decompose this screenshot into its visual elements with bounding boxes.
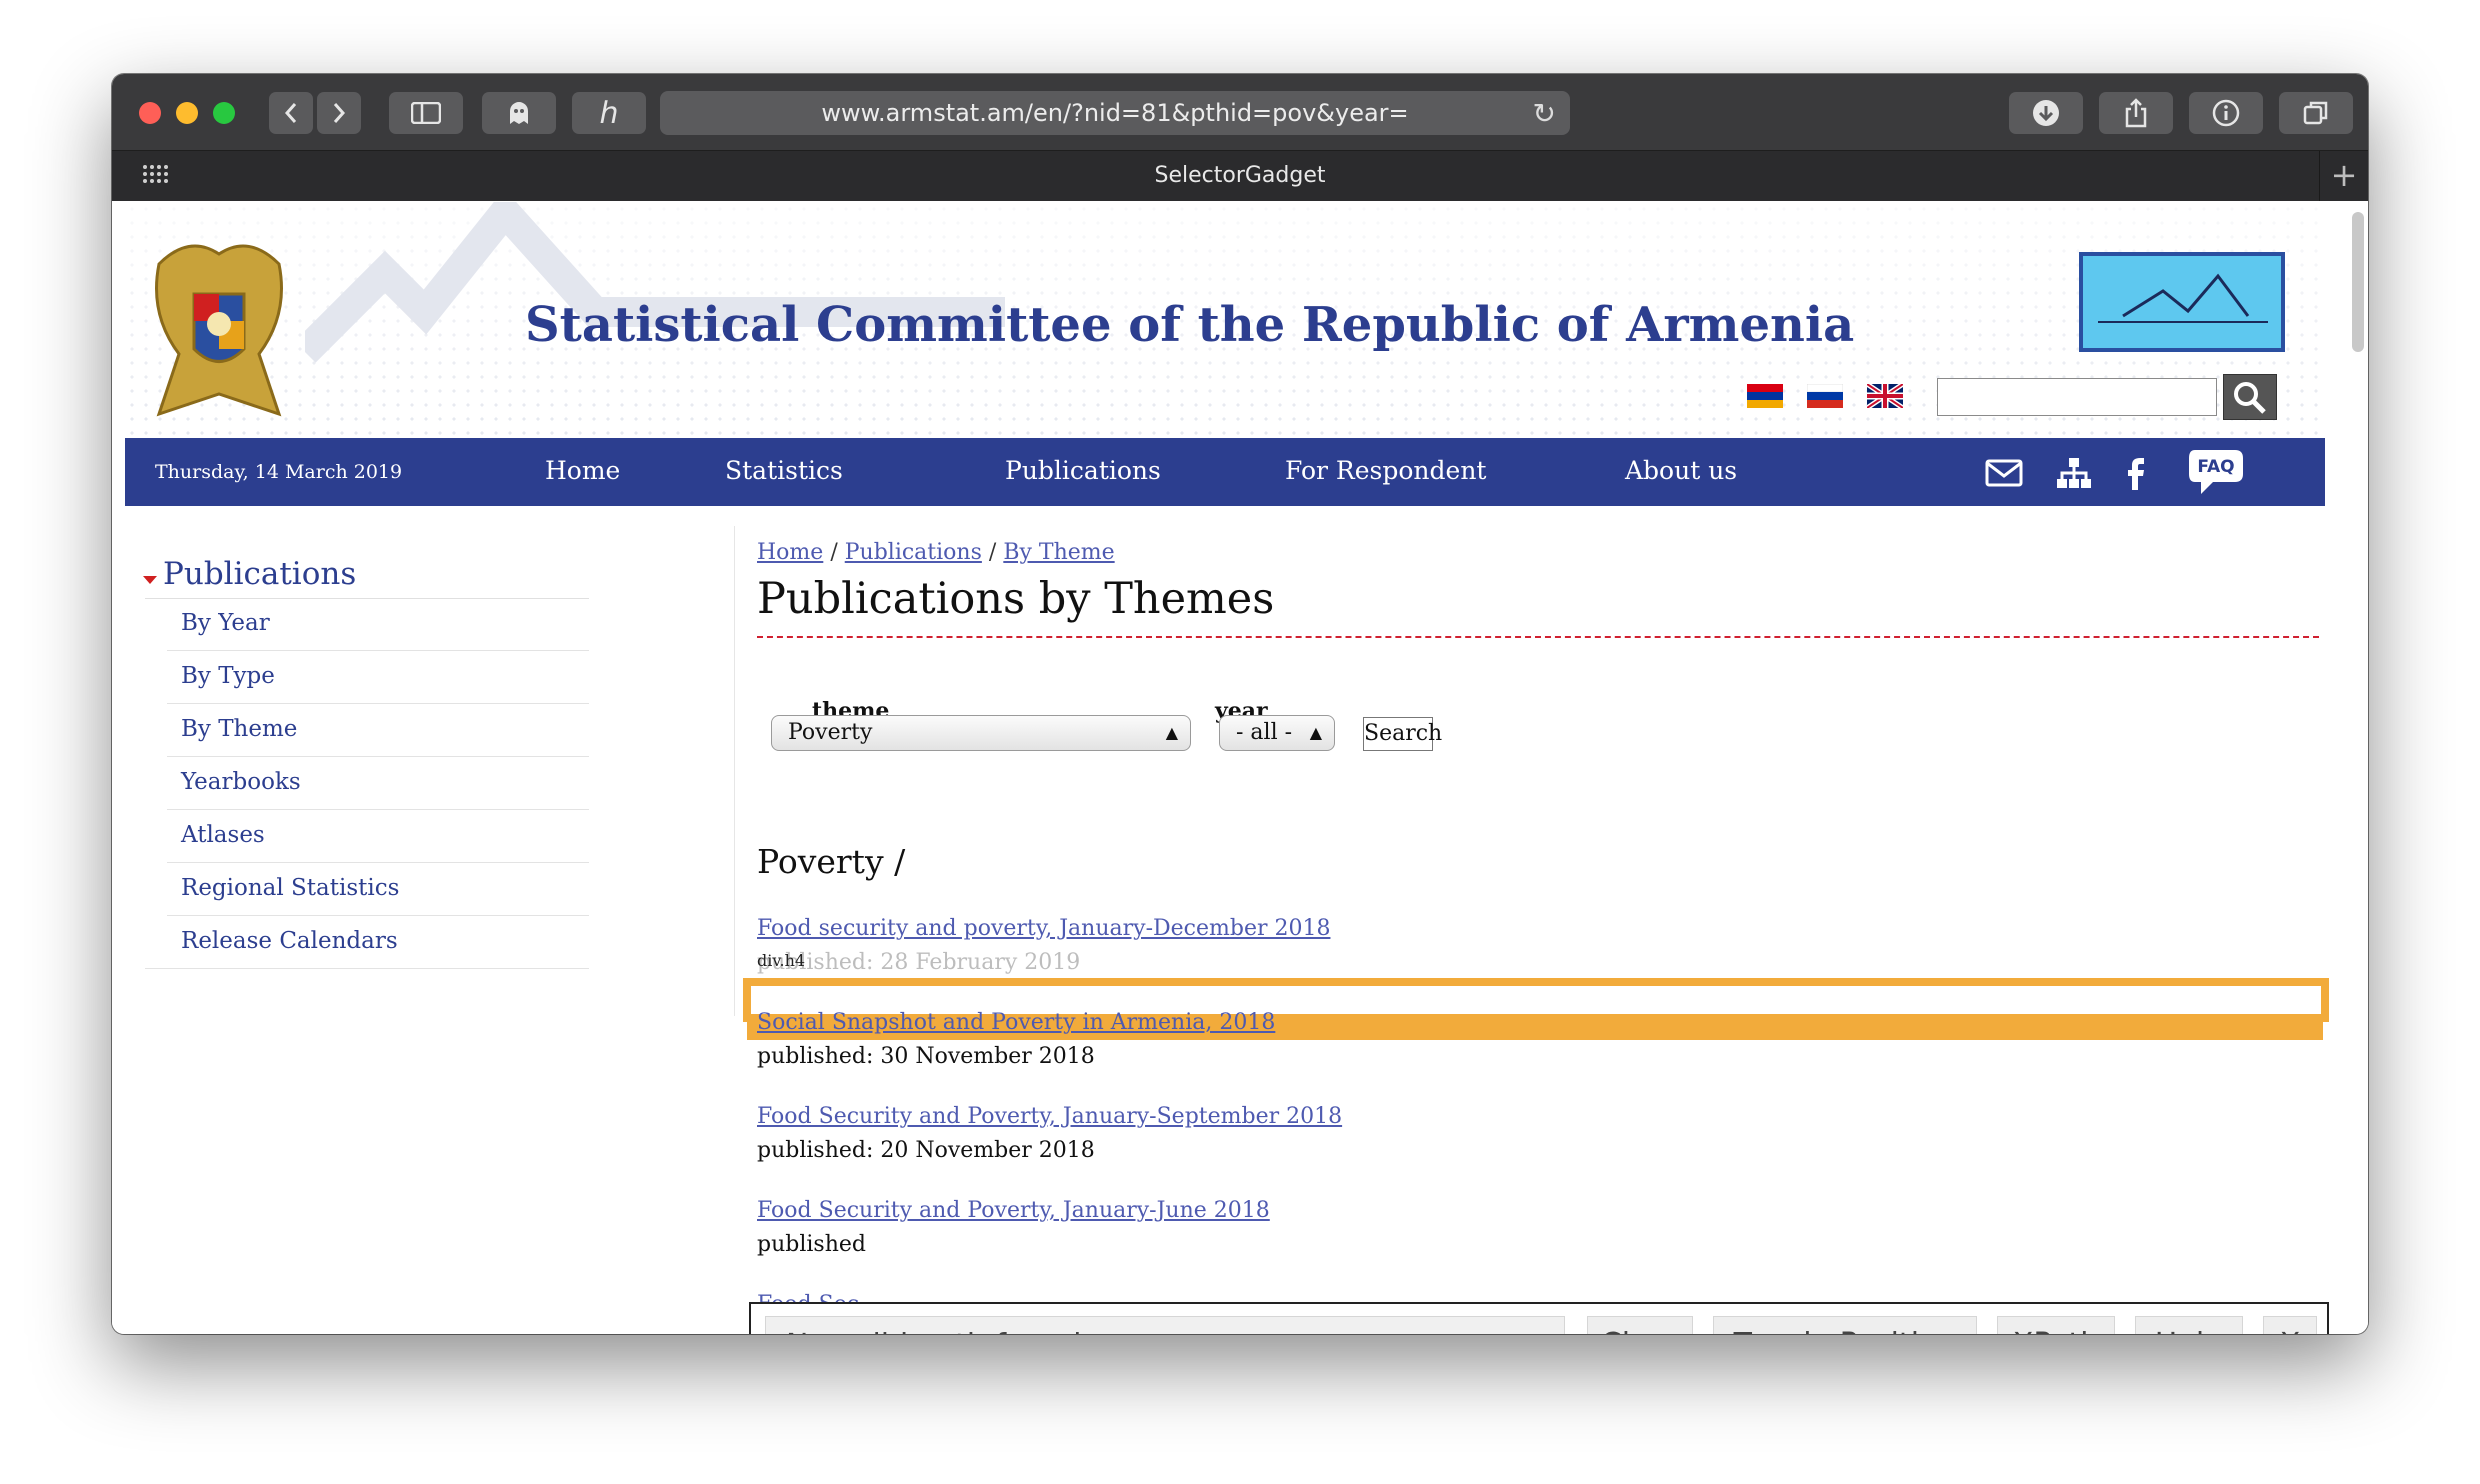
armstat-page: Statistical Committee of the Republic of… [125,202,2329,1334]
email-icon[interactable] [1985,452,2023,492]
nav-about-us[interactable]: About us [1625,438,1737,506]
sidebar-item-by-theme[interactable]: By Theme [167,704,589,757]
site-search-input[interactable] [1937,378,2217,416]
section-title: Poverty / [757,842,906,881]
sidebar-item-release-calendars[interactable]: Release Calendars [145,916,589,969]
chevron-left-icon [284,103,297,123]
publication-date: published [757,1232,866,1257]
tab-bar: SelectorGadget + [112,151,2368,201]
search-icon [2234,382,2266,414]
address-bar[interactable]: www.armstat.am/en/?nid=81&pthid=pov&year… [660,91,1570,135]
sidebar-item-by-type[interactable]: By Type [167,651,589,704]
caret-down-icon [143,576,157,584]
select-arrows-icon: ▲ [1309,723,1322,742]
tabs-icon [2303,101,2328,125]
year-select[interactable]: - all - ▲ [1219,715,1335,751]
close-gadget-button[interactable]: X [2263,1316,2317,1334]
main-navigation: Thursday, 14 March 2019 Home Statistics … [125,438,2325,506]
publication-date: published: 30 November 2018 [757,1044,1095,1069]
sidebar-heading[interactable]: Publications [163,556,356,592]
back-button[interactable] [269,92,313,134]
svg-text:FAQ: FAQ [2197,457,2234,477]
nav-statistics[interactable]: Statistics [725,438,843,506]
share-button[interactable] [2099,92,2173,134]
clear-button[interactable]: Clear [1587,1316,1693,1334]
selector-label: div.h4 [757,951,806,970]
url-text: www.armstat.am/en/?nid=81&pthid=pov&year… [821,99,1409,127]
selectorgadget-panel: No valid path found. Clear Toggle Positi… [749,1302,2329,1334]
armstat-logo[interactable] [2079,252,2285,352]
script-h-icon: ℎ [599,95,619,131]
share-icon [2125,98,2147,128]
forward-button[interactable] [317,92,361,134]
armenia-coat-of-arms-logo [155,244,283,417]
nav-for-respondent[interactable]: For Respondent [1285,438,1486,506]
downloads-button[interactable] [2009,92,2083,134]
help-button[interactable]: Help [2135,1316,2243,1334]
browser-window: ℎ www.armstat.am/en/?nid=81&pthid=pov&ye… [112,74,2368,1334]
active-tab-title[interactable]: SelectorGadget [112,151,2368,201]
xpath-button[interactable]: XPath [1997,1316,2115,1334]
publication-date: published: 28 February 2019 [757,950,1081,975]
chart-line-icon [2098,273,2268,323]
sidebar-item-yearbooks[interactable]: Yearbooks [167,757,589,810]
sidebar-item-regional-statistics[interactable]: Regional Statistics [167,863,589,916]
info-icon [2212,99,2240,127]
maximize-window-button[interactable] [213,102,235,124]
title-divider [757,636,2319,638]
publication-link[interactable]: Food Security and Poverty, January-Septe… [757,1104,1342,1129]
divider [145,598,589,599]
toggle-position-button[interactable]: Toggle Position [1713,1316,1977,1334]
filter-search-button[interactable]: Search [1363,717,1442,751]
site-search-button[interactable] [2223,374,2277,420]
close-window-button[interactable] [139,102,161,124]
selectorgadget-extension-button[interactable]: ℎ [572,92,646,134]
sidebar-item-atlases[interactable]: Atlases [167,810,589,863]
breadcrumb: Home / Publications / By Theme [757,540,1115,565]
download-icon [2033,100,2059,126]
sitemap-icon[interactable] [2055,452,2093,492]
breadcrumb-publications[interactable]: Publications [845,540,982,565]
selector-path-input[interactable]: No valid path found. [765,1316,1565,1334]
select-arrows-icon: ▲ [1165,723,1178,742]
breadcrumb-home[interactable]: Home [757,540,823,565]
ghost-icon [510,102,528,124]
sidebar-toggle-button[interactable] [389,92,463,134]
ghostery-extension-button[interactable] [482,92,556,134]
new-tab-button[interactable]: + [2319,151,2368,201]
site-title[interactable]: Statistical Committee of the Republic of… [525,297,1854,353]
language-switcher [1747,384,1903,410]
page-title: Publications by Themes [757,574,1275,624]
chevron-right-icon [333,103,346,123]
sidebar-item-by-year[interactable]: By Year [167,598,589,651]
breadcrumb-by-theme[interactable]: By Theme [1003,540,1114,565]
armenian-flag-icon[interactable] [1747,384,1783,408]
facebook-icon[interactable] [2125,452,2149,492]
vertical-scrollbar[interactable] [2352,212,2364,352]
nav-publications[interactable]: Publications [1005,438,1161,506]
uk-flag-icon[interactable] [1867,384,1903,408]
minimize-window-button[interactable] [176,102,198,124]
russian-flag-icon[interactable] [1807,384,1843,408]
sidebar-list: By Year By Type By Theme Yearbooks Atlas… [145,598,589,969]
column-divider [734,526,735,1016]
faq-chat-icon: FAQ [2189,450,2243,494]
info-button[interactable] [2189,92,2263,134]
publication-link[interactable]: Food Security and Poverty, January-June … [757,1198,1270,1223]
tabs-overview-button[interactable] [2279,92,2353,134]
reload-icon[interactable]: ↻ [1533,97,1556,130]
faq-button[interactable]: FAQ [2185,446,2249,494]
current-date: Thursday, 14 March 2019 [155,461,403,483]
nav-home[interactable]: Home [545,438,620,506]
publication-link[interactable]: Social Snapshot and Poverty in Armenia, … [757,1010,1275,1035]
theme-select[interactable]: Poverty ▲ [771,715,1191,751]
site-header: Statistical Committee of the Republic of… [125,202,2325,435]
page-viewport: Statistical Committee of the Republic of… [112,202,2368,1334]
publication-date: published: 20 November 2018 [757,1138,1095,1163]
sidebar-icon [411,102,441,124]
browser-toolbar: ℎ www.armstat.am/en/?nid=81&pthid=pov&ye… [112,74,2368,151]
publication-link[interactable]: Food security and poverty, January-Decem… [757,916,1330,941]
